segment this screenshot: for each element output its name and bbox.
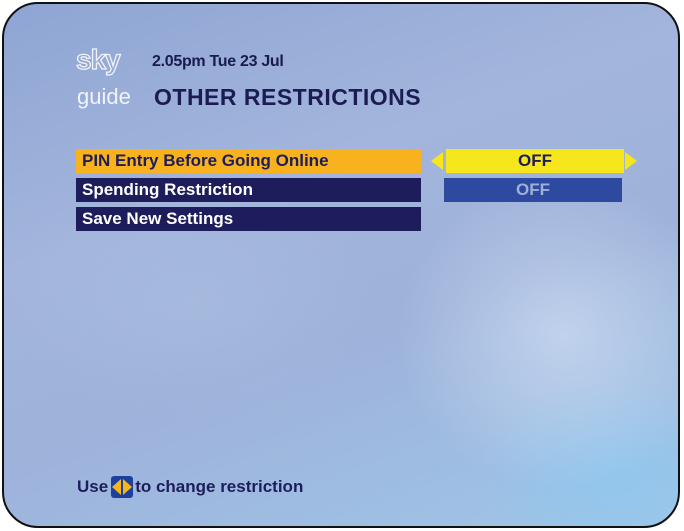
menu-item-pin-entry[interactable]: PIN Entry Before Going Online (76, 149, 421, 173)
datetime: 2.05pm Tue 23 Jul (152, 53, 284, 70)
menu-item-spending-restriction[interactable]: Spending Restriction (76, 178, 421, 202)
arrow-left-icon[interactable] (431, 152, 443, 170)
tv-screen: sky guide 2.05pm Tue 23 Jul OTHER RESTRI… (2, 2, 680, 528)
hint-suffix: to change restriction (135, 477, 304, 496)
arrow-right-icon[interactable] (625, 152, 637, 170)
left-right-arrows-icon (111, 476, 134, 498)
guide-logo: guide (77, 84, 131, 109)
sky-logo: sky (75, 44, 121, 75)
footer-hint: Use to change restriction (77, 476, 303, 498)
page-title: OTHER RESTRICTIONS (154, 84, 422, 110)
hint-prefix: Use (77, 477, 109, 496)
pin-entry-value[interactable]: OFF (446, 149, 624, 173)
menu-item-save-new-settings[interactable]: Save New Settings (76, 207, 421, 231)
spending-restriction-value[interactable]: OFF (444, 178, 622, 202)
